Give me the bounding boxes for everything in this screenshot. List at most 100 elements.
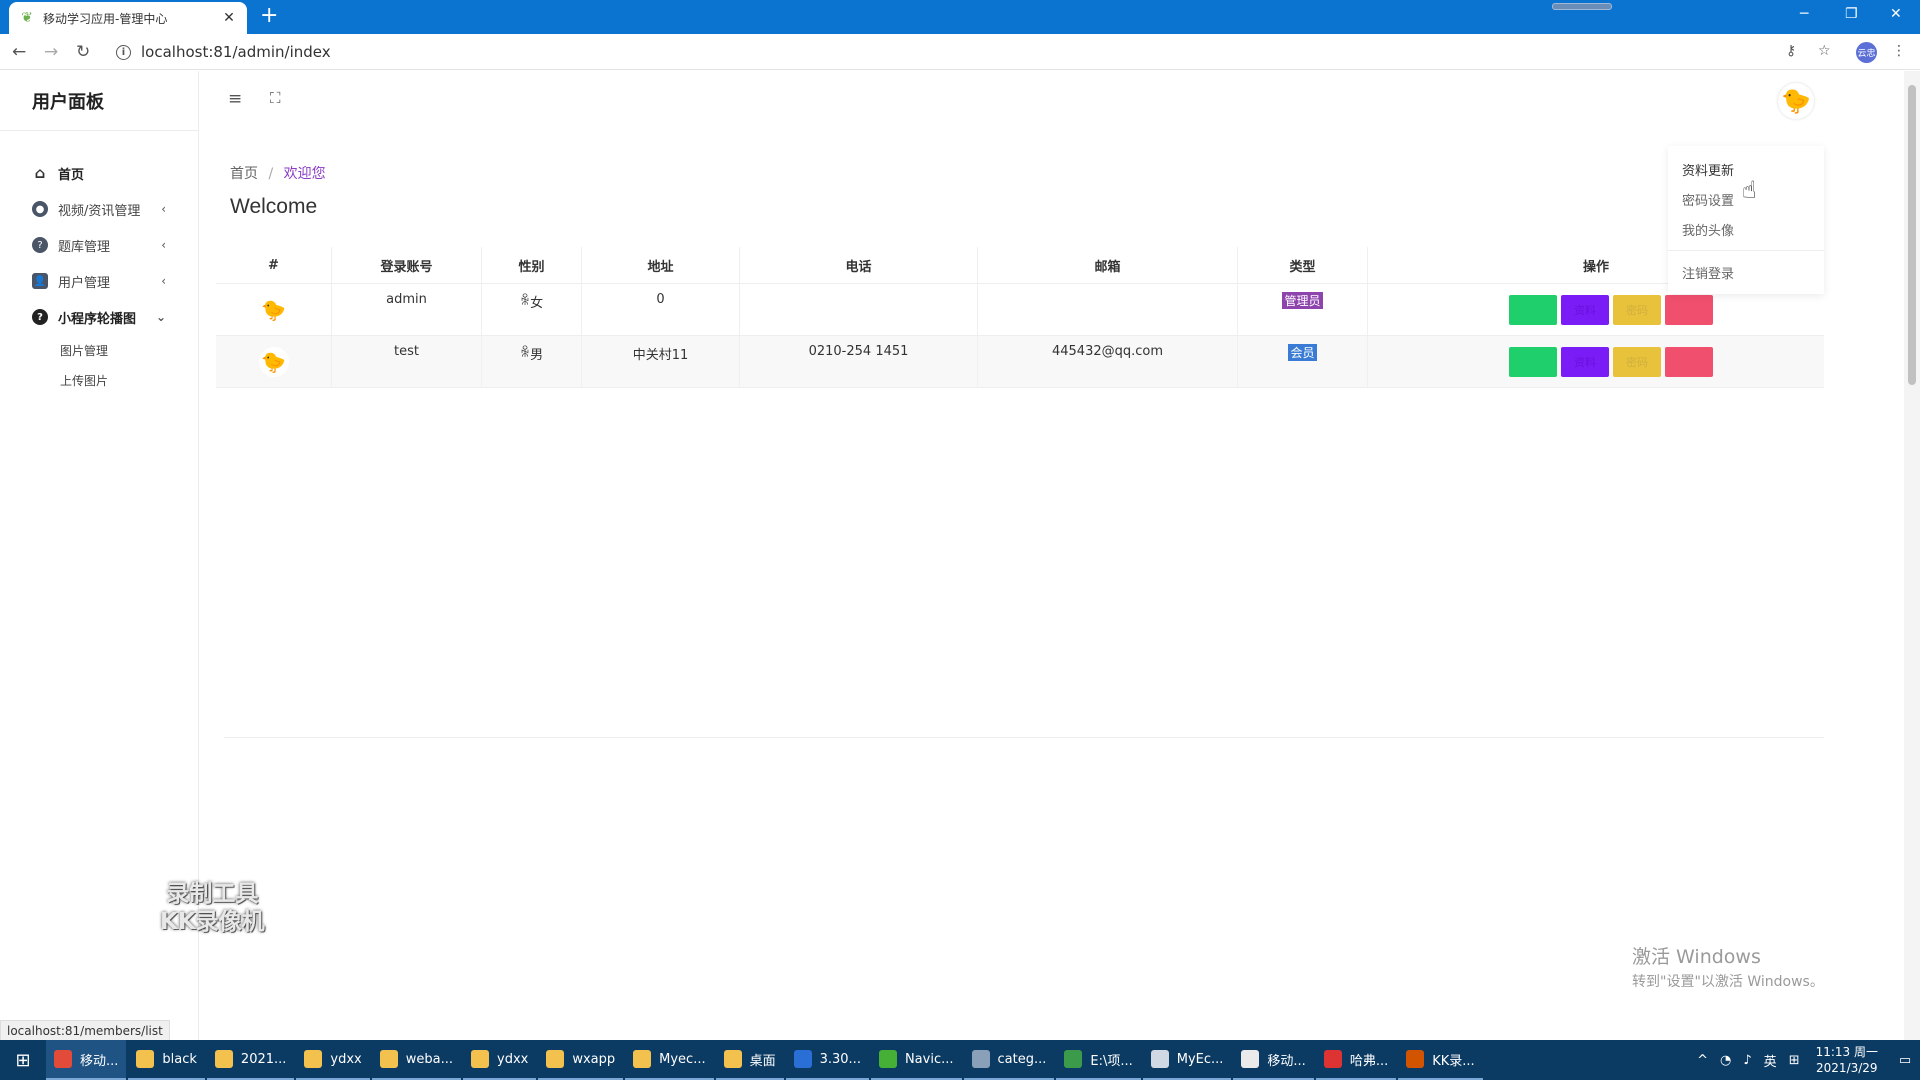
taskbar-item[interactable]: MyEc... (1142, 1040, 1232, 1080)
taskbar-item[interactable]: 2021... (206, 1040, 295, 1080)
taskbar-item-label: 移动... (1267, 1053, 1306, 1069)
profile-avatar[interactable]: 云忠 (1856, 42, 1877, 63)
sidebar-item-carousel[interactable]: ? 小程序轮播图 ⌄ (0, 299, 198, 335)
taskbar-item-label: 哈弗... (1349, 1053, 1389, 1069)
profile-button[interactable]: 资料 (1561, 346, 1609, 377)
breadcrumb-home[interactable]: 首页 (230, 166, 258, 182)
cell-account: admin (332, 284, 482, 335)
taskbar-item[interactable]: E:\项... (1056, 1040, 1141, 1080)
cell-type: 会员 (1238, 336, 1368, 387)
hand-cursor-icon: ☝ (1742, 176, 1757, 204)
taskbar-item[interactable]: Myec... (625, 1040, 714, 1080)
browser-tab[interactable]: ❦ 移动学习应用-管理中心 ✕ (9, 2, 247, 34)
th-index: # (216, 247, 332, 283)
taskbar-item[interactable]: categ... (963, 1040, 1055, 1080)
taskbar-item[interactable]: KK录... (1398, 1040, 1483, 1080)
cell-email (978, 284, 1238, 335)
taskbar-item[interactable]: 移动... (1233, 1040, 1314, 1080)
site-info-icon[interactable]: i (116, 44, 131, 60)
th-gender: 性别 (482, 247, 582, 283)
restore-icon[interactable]: ❐ (1845, 6, 1858, 22)
minimize-icon[interactable]: ─ (1800, 6, 1808, 22)
leaf-favicon-icon: ❦ (21, 10, 33, 26)
taskbar-item[interactable]: ydxx (463, 1040, 537, 1080)
page-scrollbar[interactable] (1904, 71, 1920, 1043)
windows-start-icon[interactable]: ⊞ (0, 1040, 46, 1080)
app-icon (971, 1050, 990, 1068)
sidebar-item-questions[interactable]: ? 题库管理 ‹ (0, 227, 198, 263)
sidebar-item-video[interactable]: ● 视频/资讯管理 ‹ (0, 191, 198, 227)
cell-phone: 0210-254 1451 (740, 336, 978, 387)
sidebar-brand: 用户面板 (0, 71, 198, 131)
delete-button[interactable]: 删除 (1665, 346, 1713, 377)
tab-close-icon[interactable]: ✕ (221, 10, 237, 26)
cell-address: 0 (582, 284, 740, 335)
taskbar-item[interactable]: 3.30... (785, 1040, 869, 1080)
reload-icon[interactable]: ↻ (76, 42, 90, 62)
chick-avatar-icon: 🐤 (1781, 87, 1811, 115)
sidebar-item-home[interactable]: ⌂ 首页 (0, 155, 198, 191)
password-button[interactable]: 密码 (1613, 294, 1661, 325)
sidebar-item-label: 小程序轮播图 (58, 311, 137, 327)
network-icon[interactable]: ◔ (1720, 1053, 1731, 1068)
table-header: # 登录账号 性别 地址 电话 邮箱 类型 操作 (216, 247, 1824, 284)
profile-button[interactable]: 资料 (1561, 294, 1609, 325)
taskbar-item-label: 移动... (80, 1053, 119, 1069)
tray-up-arrow-icon[interactable]: ^ (1697, 1053, 1708, 1068)
edit-button[interactable]: 编辑 (1509, 346, 1557, 377)
back-icon[interactable]: ← (12, 42, 26, 62)
taskbar-item[interactable]: ydxx (296, 1040, 370, 1080)
star-icon[interactable]: ☆ (1818, 43, 1831, 59)
menu-item-logout[interactable]: 注销登录 (1668, 257, 1824, 287)
th-address: 地址 (582, 247, 740, 283)
taskbar-item[interactable]: 哈弗... (1315, 1040, 1397, 1080)
taskbar-item[interactable]: black (128, 1040, 205, 1080)
sidebar-item-users[interactable]: 👤 用户管理 ‹ (0, 263, 198, 299)
type-badge: 会员 (1288, 344, 1317, 361)
avatar-cell: 🐤 (216, 284, 332, 335)
cell-type: 管理员 (1238, 284, 1368, 335)
taskbar-item-label: weba... (405, 1051, 453, 1067)
th-email: 邮箱 (978, 247, 1238, 283)
fullscreen-icon[interactable]: ⛶ (270, 89, 281, 107)
person-icon: ꆜ (519, 294, 531, 309)
taskbar-item[interactable]: wxapp (538, 1040, 624, 1080)
password-button[interactable]: 密码 (1613, 346, 1661, 377)
new-tab-icon[interactable]: + (260, 5, 278, 27)
key-icon[interactable]: ⚷ (1786, 43, 1796, 59)
taskbar-items: 移动... black 2021... ydxx weba... ydxx wxapp Mye… (46, 1040, 1485, 1080)
help-icon: ? (32, 309, 48, 325)
taskbar-item-label: wxapp (572, 1051, 616, 1067)
ime-indicator[interactable]: 英 (1764, 1051, 1777, 1070)
th-type: 类型 (1238, 247, 1368, 283)
edit-button[interactable]: 编辑 (1509, 294, 1557, 325)
forward-icon[interactable]: → (44, 42, 58, 62)
app-icon (471, 1050, 489, 1068)
action-buttons: 编辑 资料 密码 删除 (1509, 346, 1713, 377)
volume-icon[interactable]: ♪ (1743, 1053, 1751, 1068)
sidebar-subitem-image-manage[interactable]: 图片管理 (0, 335, 198, 365)
window-close-icon[interactable]: ✕ (1890, 6, 1902, 22)
taskbar-item[interactable]: 桌面 (715, 1040, 784, 1080)
menu-divider (1668, 250, 1824, 251)
delete-button[interactable]: 删除 (1665, 294, 1713, 325)
taskbar-item[interactable]: Navic... (870, 1040, 962, 1080)
app-icon (878, 1050, 897, 1068)
taskbar-item[interactable]: weba... (371, 1040, 461, 1080)
taskbar-item[interactable]: 移动... (46, 1040, 127, 1080)
notification-icon[interactable]: ▭ (1890, 1040, 1920, 1080)
avatar-cell: 🐤 (216, 336, 332, 387)
scrollbar-thumb[interactable] (1908, 85, 1916, 385)
taskbar-clock[interactable]: 11:13 周一 2021/3/29 (1816, 1044, 1878, 1076)
url-field[interactable]: i localhost:81/admin/index (116, 40, 331, 64)
app-icon (793, 1050, 812, 1068)
menu-dots-icon[interactable]: ⋮ (1892, 43, 1906, 59)
sidebar-subitem-upload-image[interactable]: 上传图片 (0, 365, 198, 395)
keyboard-icon[interactable]: ⊞ (1789, 1053, 1800, 1068)
cell-email: 445432@qq.com (978, 336, 1238, 387)
app-icon (1323, 1050, 1342, 1068)
menu-item-my-avatar[interactable]: 我的头像 (1668, 214, 1824, 244)
hamburger-icon[interactable]: ≡ (228, 89, 242, 109)
th-account: 登录账号 (332, 247, 482, 283)
user-avatar[interactable]: 🐤 (1778, 83, 1814, 119)
